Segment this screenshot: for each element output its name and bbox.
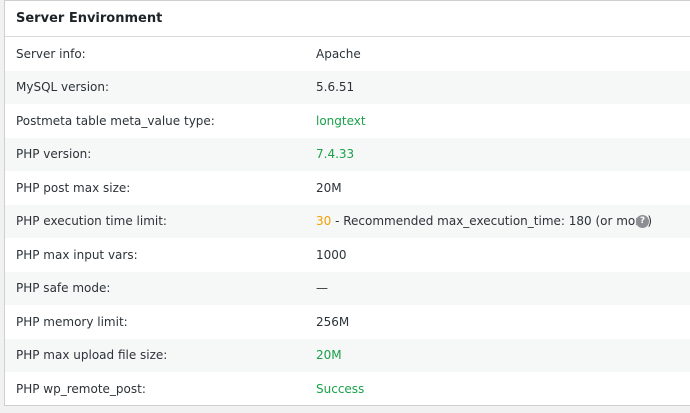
row-value-success: 20M (316, 348, 342, 363)
server-environment-panel: Server Environment Server info: Apache M… (4, 0, 690, 406)
table-row-php-post-max-size: PHP post max size: 20M (5, 171, 690, 205)
table-row-php-version: PHP version: 7.4.33 (5, 137, 690, 171)
row-value-success: longtext (316, 113, 366, 128)
row-value: 5.6.51 (316, 80, 355, 95)
row-label: Server info: (16, 46, 86, 61)
table-row-php-memory-limit: PHP memory limit: 256M (5, 305, 690, 339)
table-row-php-max-upload-size: PHP max upload file size: 20M (5, 338, 690, 372)
row-value: 256M (316, 314, 350, 329)
table-row-php-max-input-vars: PHP max input vars: 1000 (5, 238, 690, 272)
table-row-php-safe-mode: PHP safe mode: — (5, 271, 690, 305)
row-label: PHP safe mode: (16, 281, 111, 296)
row-label: PHP wp_remote_post: (16, 381, 146, 396)
row-value-success: 7.4.33 (316, 147, 355, 162)
panel-title: Server Environment (5, 1, 690, 37)
row-value: 1000 (316, 247, 347, 262)
row-value-dash: — (316, 281, 328, 296)
table-row-server-info: Server info: Apache (5, 37, 690, 71)
help-icon[interactable]: ? (636, 214, 649, 228)
row-label: PHP post max size: (16, 180, 131, 195)
row-label: Postmeta table meta_value type: (16, 113, 215, 128)
row-label: PHP memory limit: (16, 314, 128, 329)
row-value: 20M (316, 180, 342, 195)
row-label: MySQL version: (16, 80, 110, 95)
table-row-postmeta-type: Postmeta table meta_value type: longtext (5, 104, 690, 138)
row-value-warning: 30 (316, 214, 332, 229)
table-row-mysql-version: MySQL version: 5.6.51 (5, 70, 690, 104)
environment-table: Server info: Apache MySQL version: 5.6.5… (5, 37, 690, 406)
row-label: PHP max input vars: (16, 247, 138, 262)
row-value-note: - Recommended max_execution_time: 180 (o… (331, 214, 653, 229)
row-value-group: 30 - Recommended max_execution_time: 180… (316, 214, 652, 228)
row-label: PHP execution time limit: (16, 214, 167, 229)
row-label: PHP version: (16, 147, 92, 162)
row-value-success: Success (316, 381, 365, 396)
row-value: Apache (316, 46, 361, 61)
row-label: PHP max upload file size: (16, 348, 168, 363)
table-row-php-wp-remote-post: PHP wp_remote_post: Success (5, 372, 690, 406)
table-row-php-execution-time: PHP execution time limit: 30 - Recommend… (5, 204, 690, 238)
